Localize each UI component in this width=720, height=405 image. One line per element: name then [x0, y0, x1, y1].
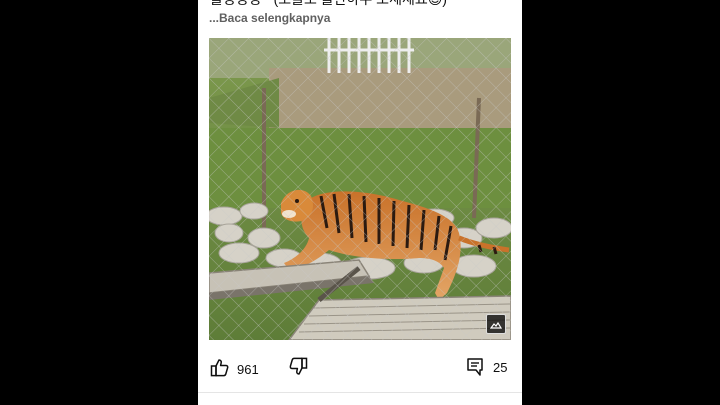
comment-button[interactable]: 25 [466, 355, 510, 379]
like-button[interactable]: 961 [210, 357, 260, 379]
community-post-card: 불쌍쌍쌍~ (보올오 볼만하우 보세세요😊) ...Baca selengkap… [198, 0, 522, 405]
thumbs-up-icon [210, 359, 229, 377]
image-badge-icon [486, 314, 506, 334]
post-title: 불쌍쌍쌍~ (보올오 볼만하우 보세세요😊) [210, 0, 510, 8]
like-count: 961 [237, 362, 259, 377]
tiger-photo [209, 38, 511, 340]
card-divider [198, 392, 522, 393]
comment-count: 25 [493, 360, 508, 375]
comment-icon [467, 358, 483, 376]
read-more-link[interactable]: ...Baca selengkapnya [209, 11, 330, 25]
dislike-button[interactable] [288, 357, 310, 379]
thumbs-down-icon [289, 357, 308, 375]
post-actions-bar: 961 25 [198, 352, 522, 384]
post-image[interactable] [209, 38, 511, 340]
